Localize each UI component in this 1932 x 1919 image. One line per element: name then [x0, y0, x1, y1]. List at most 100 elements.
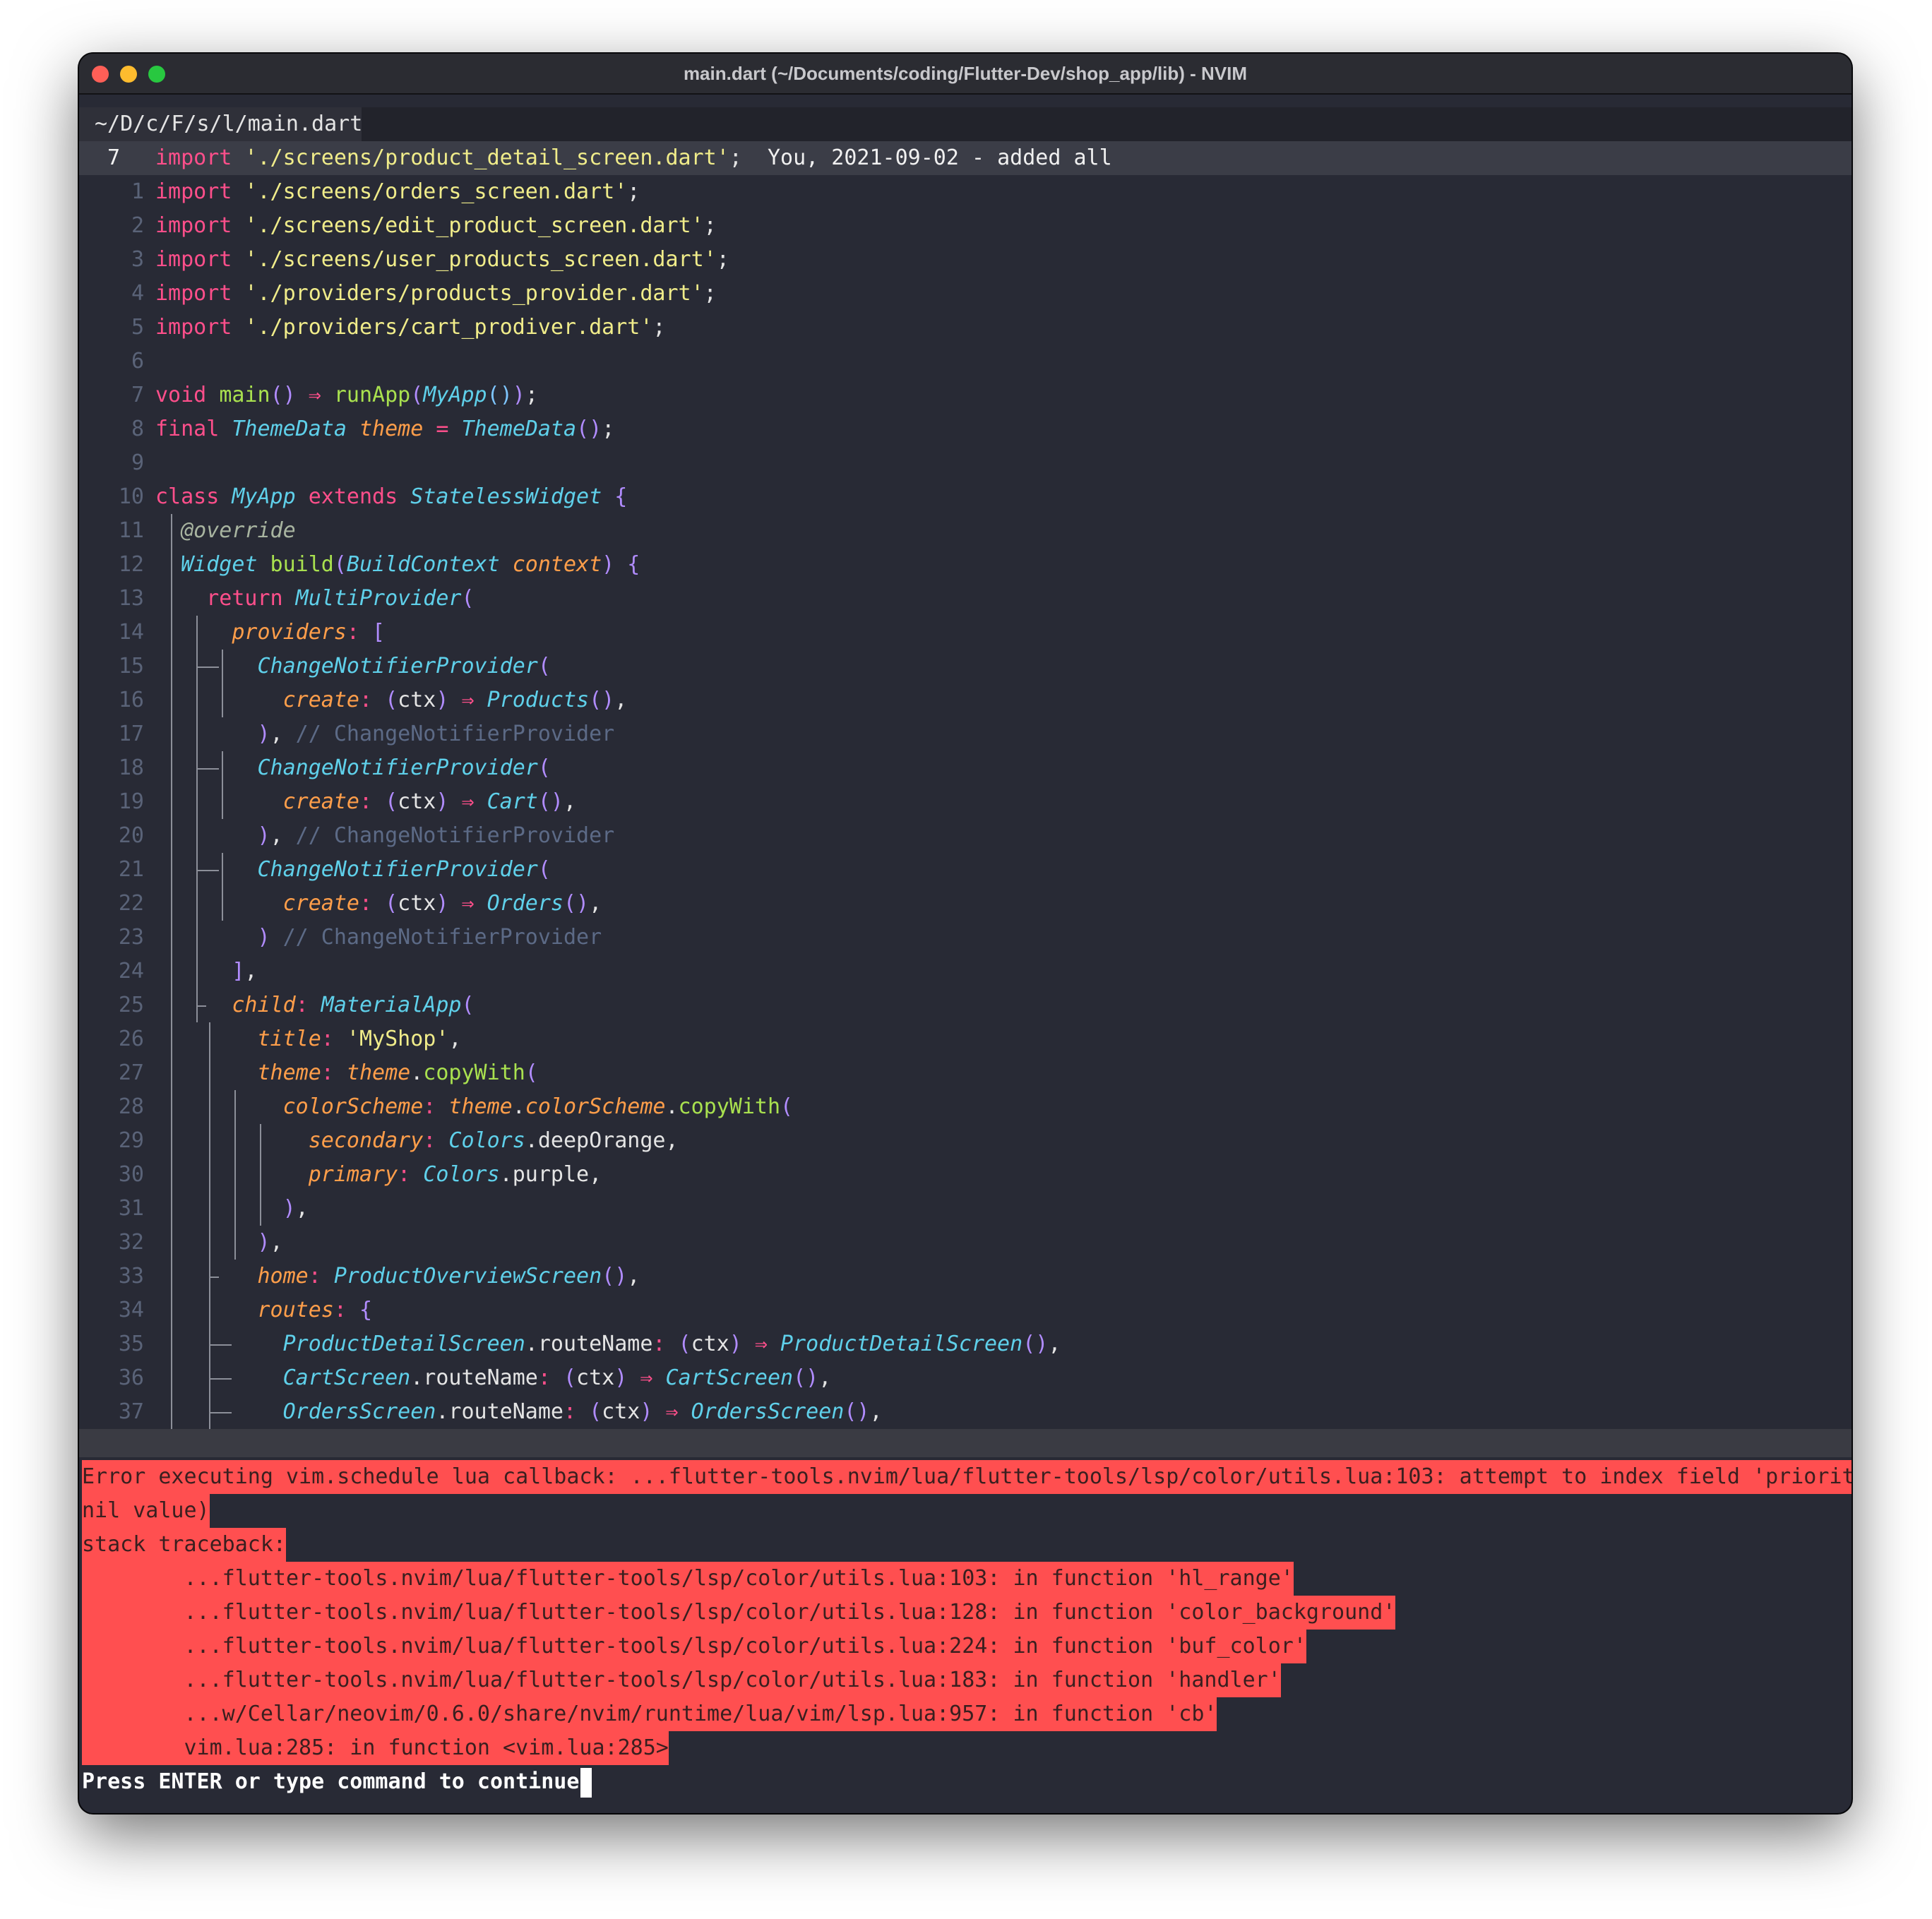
code-text: final ThemeData theme = ThemeData(); — [155, 417, 615, 441]
code-line[interactable]: 33 home: ProductOverviewScreen(), — [79, 1260, 1852, 1293]
code-line[interactable]: 2 import './screens/edit_product_screen.d… — [79, 209, 1852, 243]
title-bar: main.dart (~/Documents/coding/Flutter-De… — [79, 54, 1852, 95]
indent-guide — [209, 1022, 211, 1429]
line-number: 35 — [118, 1332, 144, 1356]
code-line[interactable]: 4 import './providers/products_provider.d… — [79, 277, 1852, 311]
line-number: 12 — [118, 552, 144, 577]
code-line[interactable]: 32), — [79, 1226, 1852, 1260]
code-text: return MultiProvider( — [206, 586, 475, 611]
error-message: Error executing vim.schedule lua callbac… — [82, 1460, 1852, 1494]
code-line[interactable]: 6 — [79, 345, 1852, 378]
code-line[interactable]: 23 ) // ChangeNotifierProvider — [79, 921, 1852, 955]
code-text: OrdersScreen.routeName: (ctx) ⇒ OrdersSc… — [282, 1399, 883, 1424]
line-number: 19 — [118, 789, 144, 814]
code-line[interactable]: 13 return MultiProvider( — [79, 582, 1852, 616]
code-text: import './providers/cart_prodiver.dart'; — [155, 315, 666, 340]
code-text: ) // ChangeNotifierProvider — [257, 925, 602, 950]
code-line[interactable]: 24], — [79, 955, 1852, 988]
line-number: 23 — [118, 925, 144, 950]
line-number: 8 — [131, 417, 144, 441]
indent-guide — [222, 751, 224, 819]
line-number: 29 — [118, 1128, 144, 1153]
indent-guide-branch — [196, 870, 220, 871]
code-line[interactable]: 31), — [79, 1192, 1852, 1226]
line-number: 27 — [118, 1060, 144, 1085]
code-text: ChangeNotifierProvider( — [257, 654, 551, 678]
line-number: 3 — [131, 247, 144, 272]
line-number: 7 — [107, 145, 121, 170]
code-line[interactable]: 35 ProductDetailScreen.routeName: (ctx) ⇒… — [79, 1327, 1852, 1361]
code-text: routes: { — [257, 1298, 373, 1322]
code-line[interactable]: 36 CartScreen.routeName: (ctx) ⇒ CartScre… — [79, 1361, 1852, 1395]
line-number: 7 — [131, 383, 144, 407]
code-line[interactable]: 29 secondary: Colors.deepOrange, — [79, 1124, 1852, 1158]
line-number: 2 — [131, 213, 144, 238]
line-number: 14 — [118, 620, 144, 645]
indent-guide-branch — [209, 1344, 232, 1346]
line-number: 4 — [131, 281, 144, 306]
line-number: 22 — [118, 891, 144, 916]
line-number: 24 — [118, 959, 144, 984]
code-line[interactable]: 20), // ChangeNotifierProvider — [79, 819, 1852, 853]
code-line[interactable]: 18 ChangeNotifierProvider( — [79, 751, 1852, 785]
line-number: 30 — [118, 1162, 144, 1187]
code-text: import './providers/products_provider.da… — [155, 281, 717, 306]
code-line[interactable]: 26 title: 'MyShop', — [79, 1022, 1852, 1056]
line-number: 17 — [118, 722, 144, 746]
indent-guide — [222, 853, 224, 921]
code-line[interactable]: 30 primary: Colors.purple, — [79, 1158, 1852, 1192]
indent-guide — [196, 616, 198, 1022]
code-text: import './screens/edit_product_screen.da… — [155, 213, 717, 238]
code-line[interactable]: 3 import './screens/user_products_screen.… — [79, 243, 1852, 277]
tab-main-dart[interactable]: ~/D/c/F/s/l/main.dart — [79, 107, 377, 141]
code-line[interactable]: 25 child: MaterialApp( — [79, 988, 1852, 1022]
code-line[interactable]: 12 Widget build(BuildContext context) { — [79, 548, 1852, 582]
line-number: 34 — [118, 1298, 144, 1322]
editor-buffer[interactable]: 7 import './screens/product_detail_screen… — [79, 141, 1852, 1429]
window-title: main.dart (~/Documents/coding/Flutter-De… — [683, 63, 1248, 84]
code-text: title: 'MyShop', — [257, 1027, 462, 1051]
code-line[interactable]: 1 import './screens/orders_screen.dart'; — [79, 175, 1852, 209]
code-line[interactable]: 16 create: (ctx) ⇒ Products(), — [79, 683, 1852, 717]
code-text: import './screens/orders_screen.dart'; — [155, 179, 640, 204]
continue-prompt: Press ENTER or type command to continue — [82, 1765, 592, 1799]
indent-guide-branch — [196, 768, 220, 770]
code-text: secondary: Colors.deepOrange, — [308, 1128, 679, 1153]
code-text: @override — [181, 518, 296, 543]
line-number: 13 — [118, 586, 144, 611]
code-line[interactable]: 21 ChangeNotifierProvider( — [79, 853, 1852, 887]
message-area: Error executing vim.schedule lua callbac… — [82, 1460, 1852, 1813]
code-line[interactable]: 19 create: (ctx) ⇒ Cart(), — [79, 785, 1852, 819]
code-line[interactable]: 9 — [79, 446, 1852, 480]
line-number: 21 — [118, 857, 144, 882]
code-line[interactable]: 17), // ChangeNotifierProvider — [79, 717, 1852, 751]
line-number: 32 — [118, 1230, 144, 1255]
git-blame: You, 2021-09-02 - added all — [741, 145, 1112, 170]
code-text: colorScheme: theme.colorScheme.copyWith( — [282, 1094, 794, 1119]
line-number: 6 — [131, 349, 144, 373]
stack-frame: ...flutter-tools.nvim/lua/flutter-tools/… — [82, 1562, 1294, 1596]
code-line[interactable]: 8 final ThemeData theme = ThemeData(); — [79, 412, 1852, 446]
code-line[interactable]: 15 ChangeNotifierProvider( — [79, 650, 1852, 683]
code-line[interactable]: 11 @override — [79, 514, 1852, 548]
code-line[interactable]: 28 colorScheme: theme.colorScheme.copyWit… — [79, 1090, 1852, 1124]
code-text: ChangeNotifierProvider( — [257, 857, 551, 882]
code-line[interactable]: 7 void main() ⇒ runApp(MyApp()); — [79, 378, 1852, 412]
code-line[interactable]: 10 class MyApp extends StatelessWidget { — [79, 480, 1852, 514]
code-line[interactable]: 22 create: (ctx) ⇒ Orders(), — [79, 887, 1852, 921]
code-text: class MyApp extends StatelessWidget { — [155, 484, 628, 509]
code-line[interactable]: 27 theme: theme.copyWith( — [79, 1056, 1852, 1090]
code-text: import './screens/product_detail_screen.… — [155, 145, 1112, 170]
code-line[interactable]: 34 routes: { — [79, 1293, 1852, 1327]
line-number: 18 — [118, 755, 144, 780]
code-line[interactable]: 14 providers: [ — [79, 616, 1852, 650]
nvim-window: main.dart (~/Documents/coding/Flutter-De… — [79, 54, 1852, 1813]
line-number: 5 — [131, 315, 144, 340]
code-text: ), — [282, 1196, 309, 1221]
indent-guide-branch — [209, 1378, 232, 1380]
indent-guide — [234, 1090, 237, 1260]
code-line[interactable]: 5 import './providers/cart_prodiver.dart'… — [79, 311, 1852, 345]
code-line[interactable]: 37 OrdersScreen.routeName: (ctx) ⇒ Orders… — [79, 1395, 1852, 1429]
line-number: 1 — [131, 179, 144, 204]
line-number: 37 — [118, 1399, 144, 1424]
